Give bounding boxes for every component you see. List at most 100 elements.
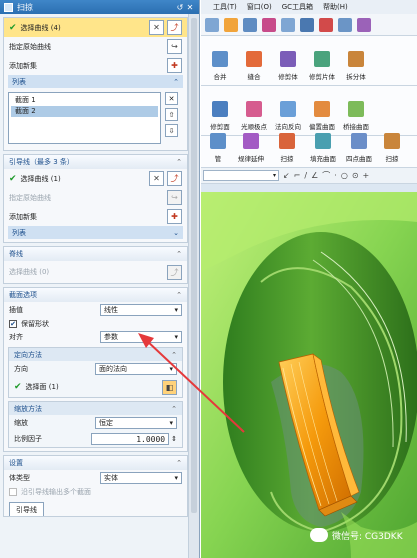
spine-group-header[interactable]: 脊线 ⌃ [4,247,187,261]
select-face-row[interactable]: ✔ 选择面 (1) ◧ [9,377,182,397]
scrollbar-thumb[interactable] [191,18,197,513]
bridge-surface-button[interactable]: 桥接曲面 [339,101,373,131]
ratio-input[interactable]: 1.0000 [91,433,170,445]
arc-icon[interactable]: ⌒ [322,170,330,181]
guide-list-header[interactable]: 列表 ⌄ [8,226,183,239]
interp-select[interactable]: 线性 ▾ [100,304,182,316]
align-select[interactable]: 参数 ▾ [100,331,182,343]
section-options-header[interactable]: 截面选项 ⌃ [4,288,187,302]
origin-curve-icon[interactable]: ↪ [167,190,182,205]
point-icon[interactable]: · [334,171,337,180]
offset-surface-button[interactable]: 偏置曲面 [305,101,339,131]
render-icon[interactable] [319,17,333,32]
orientation-header[interactable]: 定向方法 ⌃ [9,348,182,361]
section-origin-curve-row[interactable]: 指定原始曲线 ↪ [4,37,187,56]
body-type-select[interactable]: 实体 ▾ [100,472,182,484]
add-set-icon[interactable]: ✚ [167,209,182,224]
guide-origin-curve-row[interactable]: 指定原始曲线 ↪ [4,188,187,207]
body-type-row: 体类型 实体 ▾ [4,470,187,486]
dialog-scrollbar[interactable] [188,14,199,558]
section-select-curve-label: 选择曲线 (4) [20,23,61,32]
four-point-surface-button[interactable]: 四点曲面 [341,133,377,163]
plus-icon[interactable]: + [363,171,370,180]
section-options-group: 截面选项 ⌃ 插值 线性 ▾ ✔ 保留形状 对齐 参数 ▾ 定向方法 ⌃ 方向 … [3,287,188,452]
guide-output-row[interactable]: 沿引导线输出多个截面 [4,486,187,498]
select-curve-icon[interactable]: ⤴ [167,20,182,35]
direction-row: 方向 面的法向 ▾ [9,361,182,377]
spine-select-curve-row[interactable]: 选择曲线 (0) ⤴ [4,261,187,283]
menu-item-help[interactable]: 帮助(H) [323,2,348,12]
menu-item-gc-toolbox[interactable]: GC工具箱 [282,2,313,12]
menu-item-tools[interactable]: 工具(T) [213,2,237,12]
close-icon[interactable]: ✕ [185,3,195,12]
layer-icon[interactable] [281,17,295,32]
preserve-shape-checkbox[interactable]: ✔ [9,319,17,328]
tangent-icon[interactable]: ⌐ [294,171,301,180]
dropdown-arrow-icon: ▾ [272,172,276,179]
move-up-icon[interactable]: ⇧ [165,108,178,121]
orient-icon[interactable] [243,17,257,32]
fill-surface-button[interactable]: 填充曲面 [305,133,341,163]
display-icon[interactable] [300,17,314,32]
sweep-button[interactable]: 扫掠 [269,133,305,163]
view-icon[interactable] [205,17,219,32]
tube-button[interactable]: 管 [203,133,233,163]
grid-icon[interactable] [338,17,352,32]
settings-header[interactable]: 设置 ⌃ [4,456,187,470]
trim-body-button[interactable]: 修剪体 [271,51,305,81]
four-point-surface-icon [351,133,367,149]
law-extension-button[interactable]: 规律延伸 [233,133,269,163]
graphics-viewport[interactable] [201,192,417,558]
guide-add-set-row[interactable]: 添加新集 ✚ [4,207,187,226]
line-icon[interactable]: / [304,171,307,180]
curve-rule-icon[interactable]: ✕ [149,20,164,35]
snap-icon[interactable] [224,17,238,32]
list-item[interactable]: 截面 2 [11,106,158,117]
guide-select-curve-row[interactable]: ✔ 选择曲线 (1) ✕ ⤴ [4,169,187,188]
section-list[interactable]: 截面 1 截面 2 [8,92,161,144]
section-add-set-row[interactable]: 添加新集 ✚ [4,56,187,75]
section-list-header[interactable]: 列表 ⌃ [8,75,183,88]
trim-sheet-button[interactable]: 修剪片体 [305,51,339,81]
origin-curve-icon[interactable]: ↪ [167,39,182,54]
smooth-poles-button[interactable]: 光顺极点 [237,101,271,131]
select-face-icon[interactable]: ◧ [162,379,177,395]
spine-title: 脊线 [9,250,23,258]
analysis-icon[interactable] [357,17,371,32]
chevron-up-icon: ⌃ [176,459,182,467]
spinner-icon[interactable]: ⇕ [171,435,177,443]
selection-filter-select[interactable]: ▾ [203,170,279,181]
angle-icon[interactable]: ∠ [311,171,318,180]
center-icon[interactable]: ⊙ [352,171,359,180]
split-body-button[interactable]: 拆分体 [339,51,373,81]
sweep-2-button[interactable]: 扫掠 [377,133,407,163]
checkmark-icon: ✔ [9,173,17,184]
preserve-shape-row[interactable]: ✔ 保留形状 [4,318,187,329]
orientation-subgroup: 定向方法 ⌃ 方向 面的法向 ▾ ✔ 选择面 (1) ◧ [8,347,183,398]
add-set-icon[interactable]: ✚ [167,58,182,73]
menu-item-window[interactable]: 窗口(O) [247,2,272,12]
measure-icon[interactable] [262,17,276,32]
list-item[interactable]: 截面 1 [11,95,158,106]
reset-icon[interactable]: ↺ [175,3,185,12]
guide-output-checkbox[interactable] [9,488,17,496]
trim-face-button[interactable]: 修剪面 [203,101,237,131]
direction-select[interactable]: 面的法向 ▾ [95,363,177,375]
scaling-header[interactable]: 缩放方法 ⌃ [9,402,182,415]
circle-icon[interactable]: ○ [341,171,348,180]
tab-guide[interactable]: 引导线 [9,502,44,516]
reverse-normal-button[interactable]: 法向反向 [271,101,305,131]
section-select-curve-row[interactable]: ✔ 选择曲线 (4) ✕ ⤴ [4,18,187,37]
merge-button[interactable]: 合并 [203,51,237,81]
align-label: 对齐 [9,333,23,341]
select-curve-icon[interactable]: ⤴ [167,171,182,186]
trim-face-icon [212,101,228,117]
curve-rule-icon[interactable]: ✕ [149,171,164,186]
scale-select[interactable]: 恒定 ▾ [95,417,177,429]
guide-group-header[interactable]: 引导线（最多 3 条） ⌃ [4,155,187,169]
remove-icon[interactable]: ✕ [165,92,178,105]
select-curve-icon[interactable]: ⤴ [167,264,182,280]
move-down-icon[interactable]: ⇩ [165,124,178,137]
sew-button[interactable]: 缝合 [237,51,271,81]
curve-filter-icon[interactable]: ↙ [283,171,290,180]
